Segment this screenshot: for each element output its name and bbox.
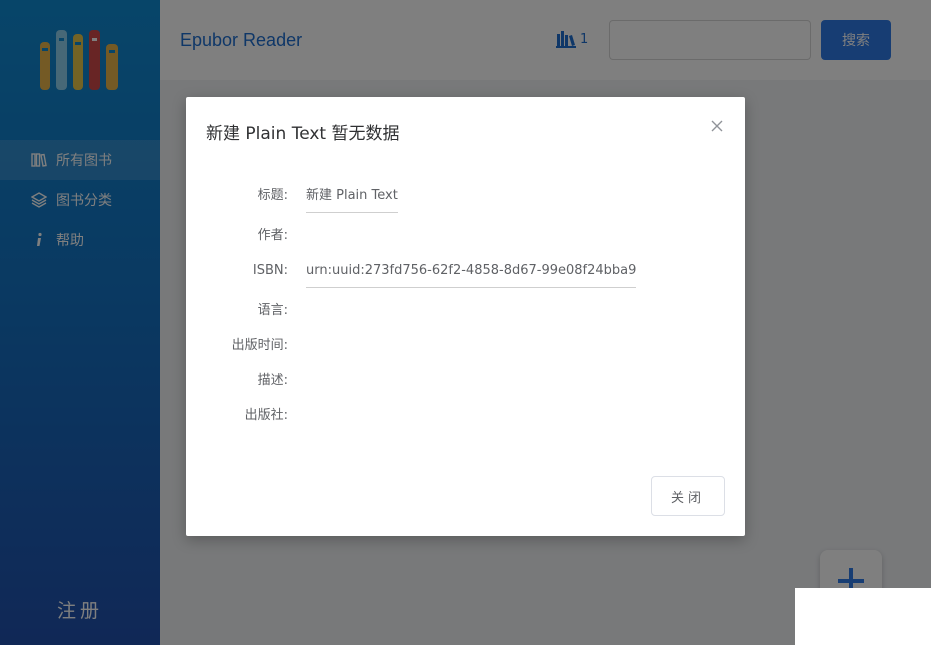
field-value-title: 新建 Plain Text xyxy=(306,184,398,213)
field-publish-date: 出版时间: xyxy=(186,334,745,358)
field-title: 标题: 新建 Plain Text xyxy=(186,184,745,213)
field-label: 作者: xyxy=(257,228,288,243)
field-label: 语言: xyxy=(257,303,288,318)
field-label: 标题: xyxy=(257,188,288,203)
field-author: 作者: xyxy=(186,224,745,248)
field-description: 描述: xyxy=(186,369,745,393)
field-label: 描述: xyxy=(257,373,288,388)
field-label: 出版社: xyxy=(244,408,288,423)
field-label: 出版时间: xyxy=(231,338,288,353)
book-info-dialog: 新建 Plain Text 暂无数据 标题: 新建 Plain Text 作者:… xyxy=(186,97,745,536)
close-icon[interactable] xyxy=(710,119,724,133)
field-publisher: 出版社: xyxy=(186,404,745,428)
close-button[interactable]: 关闭 xyxy=(651,476,725,516)
watermark xyxy=(795,588,931,645)
dialog-title: 新建 Plain Text 暂无数据 xyxy=(206,124,400,144)
field-value-isbn: urn:uuid:273fd756-62f2-4858-8d67-99e08f2… xyxy=(306,259,637,288)
field-isbn: ISBN: urn:uuid:273fd756-62f2-4858-8d67-9… xyxy=(186,259,745,288)
field-language: 语言: xyxy=(186,299,745,323)
field-label: ISBN: xyxy=(252,263,288,278)
